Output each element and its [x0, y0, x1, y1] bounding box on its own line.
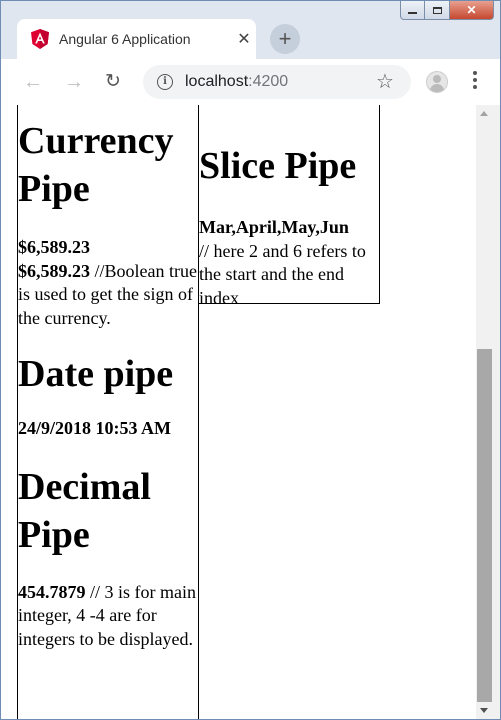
date-pipe-heading: Date pipe — [18, 353, 174, 395]
date-value: 24/9/2018 10:53 AM — [18, 418, 171, 438]
browser-window: ✕ Angular 6 Application ✕ + ← → ↻ i loca… — [0, 0, 501, 720]
new-tab-button[interactable]: + — [270, 24, 300, 54]
decimal-pipe-heading: Decimal Pipe — [18, 465, 151, 556]
currency-value-2: $6,589.23 //Boolean true is used to get … — [18, 260, 197, 328]
left-column: Currency Pipe $6,589.23 $6,589.23 //Bool… — [17, 105, 199, 719]
back-icon[interactable]: ← — [23, 71, 43, 93]
browser-tab[interactable]: Angular 6 Application ✕ — [17, 19, 256, 59]
url-text[interactable]: localhost:4200 — [185, 73, 288, 91]
window-controls: ✕ — [400, 1, 494, 20]
url-port: :4200 — [248, 73, 289, 90]
currency-pipe-heading: Currency Pipe — [18, 120, 174, 210]
scroll-up-icon[interactable] — [480, 111, 488, 116]
decimal-value: 454.7879 // 3 is for main integer, 4 -4 … — [18, 581, 196, 649]
angular-logo-icon — [31, 29, 49, 49]
close-window-icon[interactable]: ✕ — [450, 1, 494, 20]
forward-icon[interactable]: → — [64, 71, 84, 93]
scrollbar-thumb[interactable] — [477, 349, 492, 702]
profile-icon[interactable] — [426, 71, 448, 93]
slice-value: Mar,April,May,Jun — [199, 217, 349, 237]
vertical-scrollbar[interactable] — [476, 105, 493, 719]
reload-icon[interactable]: ↻ — [105, 71, 121, 93]
toolbar: ← → ↻ i localhost:4200 ☆ — [1, 59, 500, 106]
menu-icon[interactable] — [473, 71, 477, 89]
right-column: Slice Pipe Mar,April,May,Jun // here 2 a… — [198, 105, 380, 308]
maximize-icon[interactable] — [425, 1, 450, 20]
url-host: localhost — [185, 73, 249, 90]
star-icon[interactable]: ☆ — [376, 69, 394, 94]
slice-comment: // here 2 and 6 refers to the start and … — [199, 240, 366, 308]
tab-title: Angular 6 Application — [59, 31, 191, 47]
minimize-icon[interactable] — [400, 1, 425, 20]
slice-pipe-heading: Slice Pipe — [199, 145, 357, 187]
currency-value-1: $6,589.23 — [18, 237, 90, 257]
page-content: Currency Pipe $6,589.23 $6,589.23 //Bool… — [1, 105, 476, 719]
address-bar[interactable]: i localhost:4200 — [143, 65, 411, 99]
info-icon[interactable]: i — [157, 74, 173, 90]
close-icon[interactable]: ✕ — [232, 29, 256, 49]
scroll-down-icon[interactable] — [480, 708, 488, 713]
window-border — [493, 105, 500, 719]
